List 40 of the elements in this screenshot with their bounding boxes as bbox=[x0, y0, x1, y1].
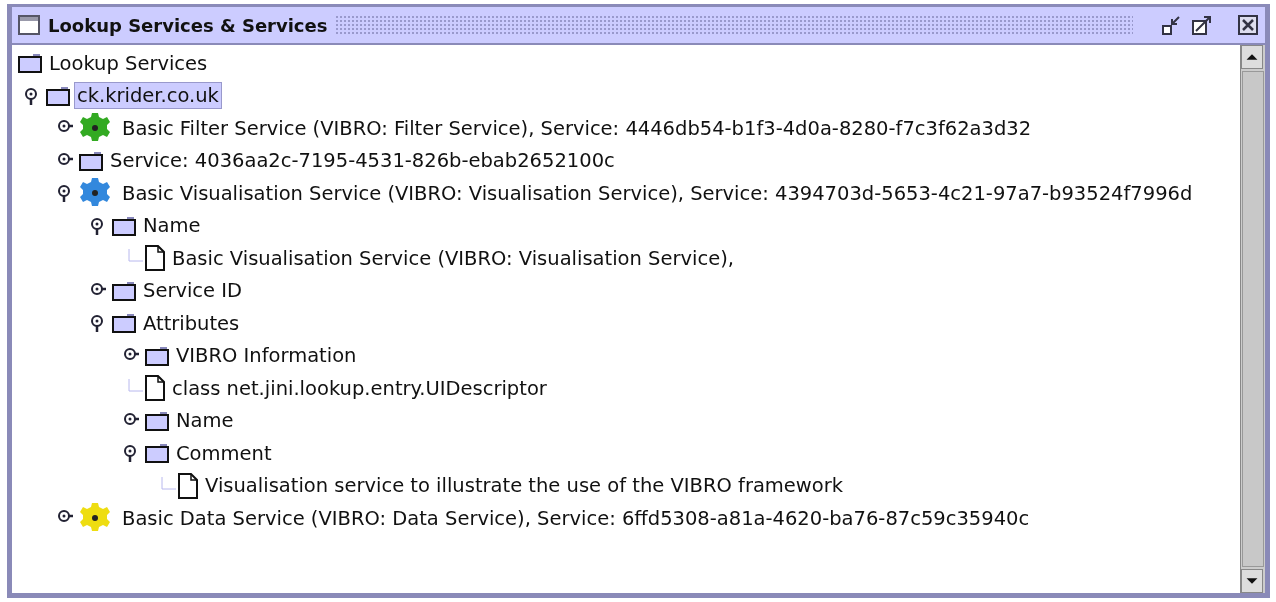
folder-icon bbox=[145, 410, 169, 431]
iconify-button[interactable] bbox=[1161, 14, 1183, 36]
tree-item-label[interactable]: class net.jini.lookup.entry.UIDescriptor bbox=[169, 374, 550, 402]
expand-handle[interactable] bbox=[24, 86, 40, 105]
tree-item-label[interactable]: Service ID bbox=[140, 277, 246, 305]
expand-handle[interactable] bbox=[90, 216, 106, 235]
tree-item-label[interactable]: Attributes bbox=[140, 309, 243, 337]
tree-item-label[interactable]: Lookup Services bbox=[46, 49, 211, 77]
document-icon bbox=[145, 375, 165, 402]
folder-icon bbox=[112, 280, 136, 301]
folder-icon bbox=[46, 85, 70, 106]
tree-item-label[interactable]: Visualisation service to illustrate the use of the VIBRO framework bbox=[202, 472, 847, 500]
tree-item-label[interactable]: VIBRO Information bbox=[173, 342, 360, 370]
tree-item-label[interactable]: Basic Visualisation Service (VIBRO: Visualisation Service), Service: 4394703d-5653-4c21-97a7-b93524f7996d bbox=[119, 179, 1196, 207]
folder-icon bbox=[145, 443, 169, 464]
window-title: Lookup Services & Services bbox=[48, 14, 328, 36]
folder-icon bbox=[112, 215, 136, 236]
scroll-down-button[interactable] bbox=[1241, 569, 1263, 593]
tree-item-label[interactable]: Basic Data Service (VIBRO: Data Service), Service: 6ffd5308-a81a-4620-ba76-87c59c35940c bbox=[119, 504, 1033, 532]
folder-icon bbox=[79, 150, 103, 171]
folder-icon bbox=[18, 53, 42, 74]
tree-item-label[interactable]: Service: 4036aa2c-7195-4531-826b-ebab2652100c bbox=[107, 147, 618, 175]
tree-item-label[interactable]: Name bbox=[173, 407, 237, 435]
folder-icon bbox=[145, 345, 169, 366]
tree-item-label[interactable]: Basic Visualisation Service (VIBRO: Visualisation Service), bbox=[169, 244, 737, 272]
window-icon bbox=[18, 15, 40, 35]
expand-handle[interactable] bbox=[123, 444, 139, 463]
tree-item-label[interactable]: Name bbox=[140, 212, 204, 240]
document-icon bbox=[145, 245, 165, 272]
scrollbar-thumb[interactable] bbox=[1242, 71, 1264, 567]
close-button[interactable] bbox=[1237, 14, 1259, 36]
expand-handle[interactable] bbox=[57, 184, 73, 203]
folder-icon bbox=[112, 313, 136, 334]
tree-item-label[interactable]: Basic Filter Service (VIBRO: Filter Service), Service: 4446db54-b1f3-4d0a-8280-f7c3f62a3d32 bbox=[119, 114, 1035, 142]
tree-item-label[interactable]: ck.krider.co.uk bbox=[74, 82, 222, 110]
tree-item-label[interactable]: Comment bbox=[173, 439, 275, 467]
document-icon bbox=[178, 472, 198, 499]
expand-handle[interactable] bbox=[90, 314, 106, 333]
maximize-button[interactable] bbox=[1191, 14, 1213, 36]
scroll-up-button[interactable] bbox=[1241, 45, 1263, 69]
